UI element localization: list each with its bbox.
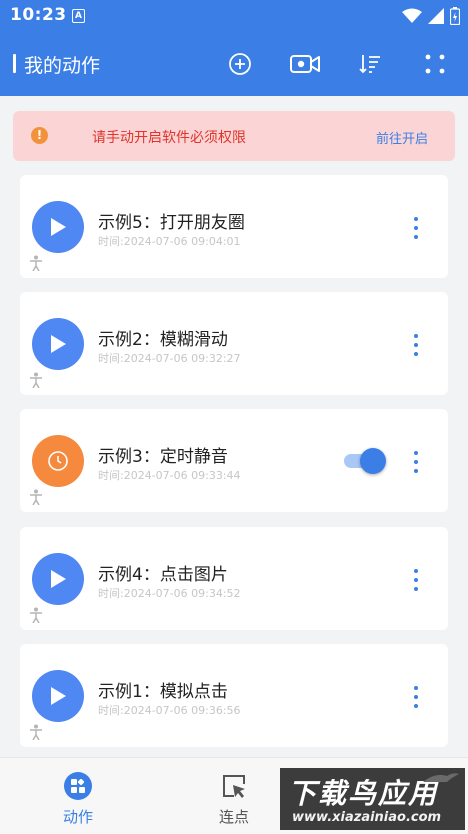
- action-time: 时间:2024-07-06 09:32:27: [98, 352, 241, 365]
- permission-banner: ! 请手动开启软件必须权限 前往开启: [13, 111, 455, 161]
- action-card[interactable]: 示例2：模糊滑动 时间:2024-07-06 09:32:27: [20, 292, 448, 395]
- action-title: 示例2：模糊滑动: [98, 330, 228, 350]
- add-icon: [229, 53, 251, 75]
- action-card[interactable]: 示例1：模拟点击 时间:2024-07-06 09:36:56: [20, 644, 448, 747]
- action-title: 示例4：点击图片: [98, 565, 228, 585]
- fullscreen-button[interactable]: [418, 48, 452, 80]
- action-time: 时间:2024-07-06 09:34:52: [98, 587, 241, 600]
- action-card[interactable]: 示例4：点击图片 时间:2024-07-06 09:34:52: [20, 527, 448, 630]
- person-icon: [30, 489, 42, 505]
- bird-logo-icon: [423, 773, 459, 782]
- toggle-knob: [360, 448, 386, 474]
- action-time: 时间:2024-07-06 09:04:01: [98, 235, 241, 248]
- permission-message: 请手动开启软件必须权限: [92, 130, 246, 146]
- play-button[interactable]: [32, 201, 84, 253]
- battery-icon: [450, 7, 460, 25]
- action-time: 时间:2024-07-06 09:36:56: [98, 704, 241, 717]
- play-button[interactable]: [32, 670, 84, 722]
- record-button[interactable]: [288, 48, 322, 80]
- cursor-tab-icon: [219, 771, 249, 801]
- play-button[interactable]: [32, 553, 84, 605]
- more-menu-icon[interactable]: [406, 334, 426, 356]
- fullscreen-icon: [425, 54, 445, 74]
- play-button[interactable]: [32, 318, 84, 370]
- status-time: 10:23: [10, 5, 67, 25]
- notification-a-icon: A: [72, 9, 85, 23]
- nav-label-actions: 动作: [62, 808, 93, 826]
- sort-icon: [359, 55, 380, 74]
- watermark-title: 下载鸟应用: [288, 777, 439, 810]
- timer-button[interactable]: [32, 435, 84, 487]
- action-time: 时间:2024-07-06 09:33:44: [98, 469, 241, 482]
- action-title: 示例3：定时静音: [98, 447, 228, 467]
- actions-tab-icon: [63, 771, 93, 801]
- person-icon: [30, 372, 42, 388]
- watermark-url: www.xiazainiao.com: [292, 810, 442, 825]
- page-title: 我的动作: [24, 55, 101, 77]
- signal-icon: [428, 8, 444, 24]
- status-icons: [402, 6, 460, 26]
- play-icon: [51, 570, 66, 588]
- more-menu-icon[interactable]: [406, 686, 426, 708]
- clock-icon: [48, 451, 68, 471]
- warning-icon: !: [31, 127, 48, 144]
- person-icon: [30, 255, 42, 271]
- nav-item-clicker[interactable]: 连点: [194, 768, 274, 828]
- title-accent-bar: [13, 54, 16, 73]
- nav-label-clicker: 连点: [218, 808, 249, 826]
- action-title: 示例1：模拟点击: [98, 682, 228, 702]
- play-icon: [51, 335, 66, 353]
- play-icon: [51, 687, 66, 705]
- go-enable-link[interactable]: 前往开启: [376, 128, 428, 147]
- person-icon: [30, 607, 42, 623]
- wifi-icon: [402, 8, 422, 23]
- action-card[interactable]: 示例3：定时静音 时间:2024-07-06 09:33:44: [20, 409, 448, 512]
- top-bar: 我的动作: [0, 32, 468, 96]
- nav-item-actions[interactable]: 动作: [38, 768, 118, 828]
- action-card[interactable]: 示例5：打开朋友圈 时间:2024-07-06 09:04:01: [20, 175, 448, 278]
- more-menu-icon[interactable]: [406, 451, 426, 473]
- record-video-icon: [290, 55, 320, 73]
- add-button[interactable]: [223, 48, 257, 80]
- play-icon: [51, 218, 66, 236]
- watermark: 下载鸟应用 www.xiazainiao.com: [280, 768, 465, 830]
- sort-button[interactable]: [353, 48, 387, 80]
- status-bar: 10:23 A: [0, 0, 468, 32]
- enable-toggle[interactable]: [342, 446, 388, 476]
- person-icon: [30, 724, 42, 740]
- more-menu-icon[interactable]: [406, 217, 426, 239]
- action-title: 示例5：打开朋友圈: [98, 213, 245, 233]
- more-menu-icon[interactable]: [406, 569, 426, 591]
